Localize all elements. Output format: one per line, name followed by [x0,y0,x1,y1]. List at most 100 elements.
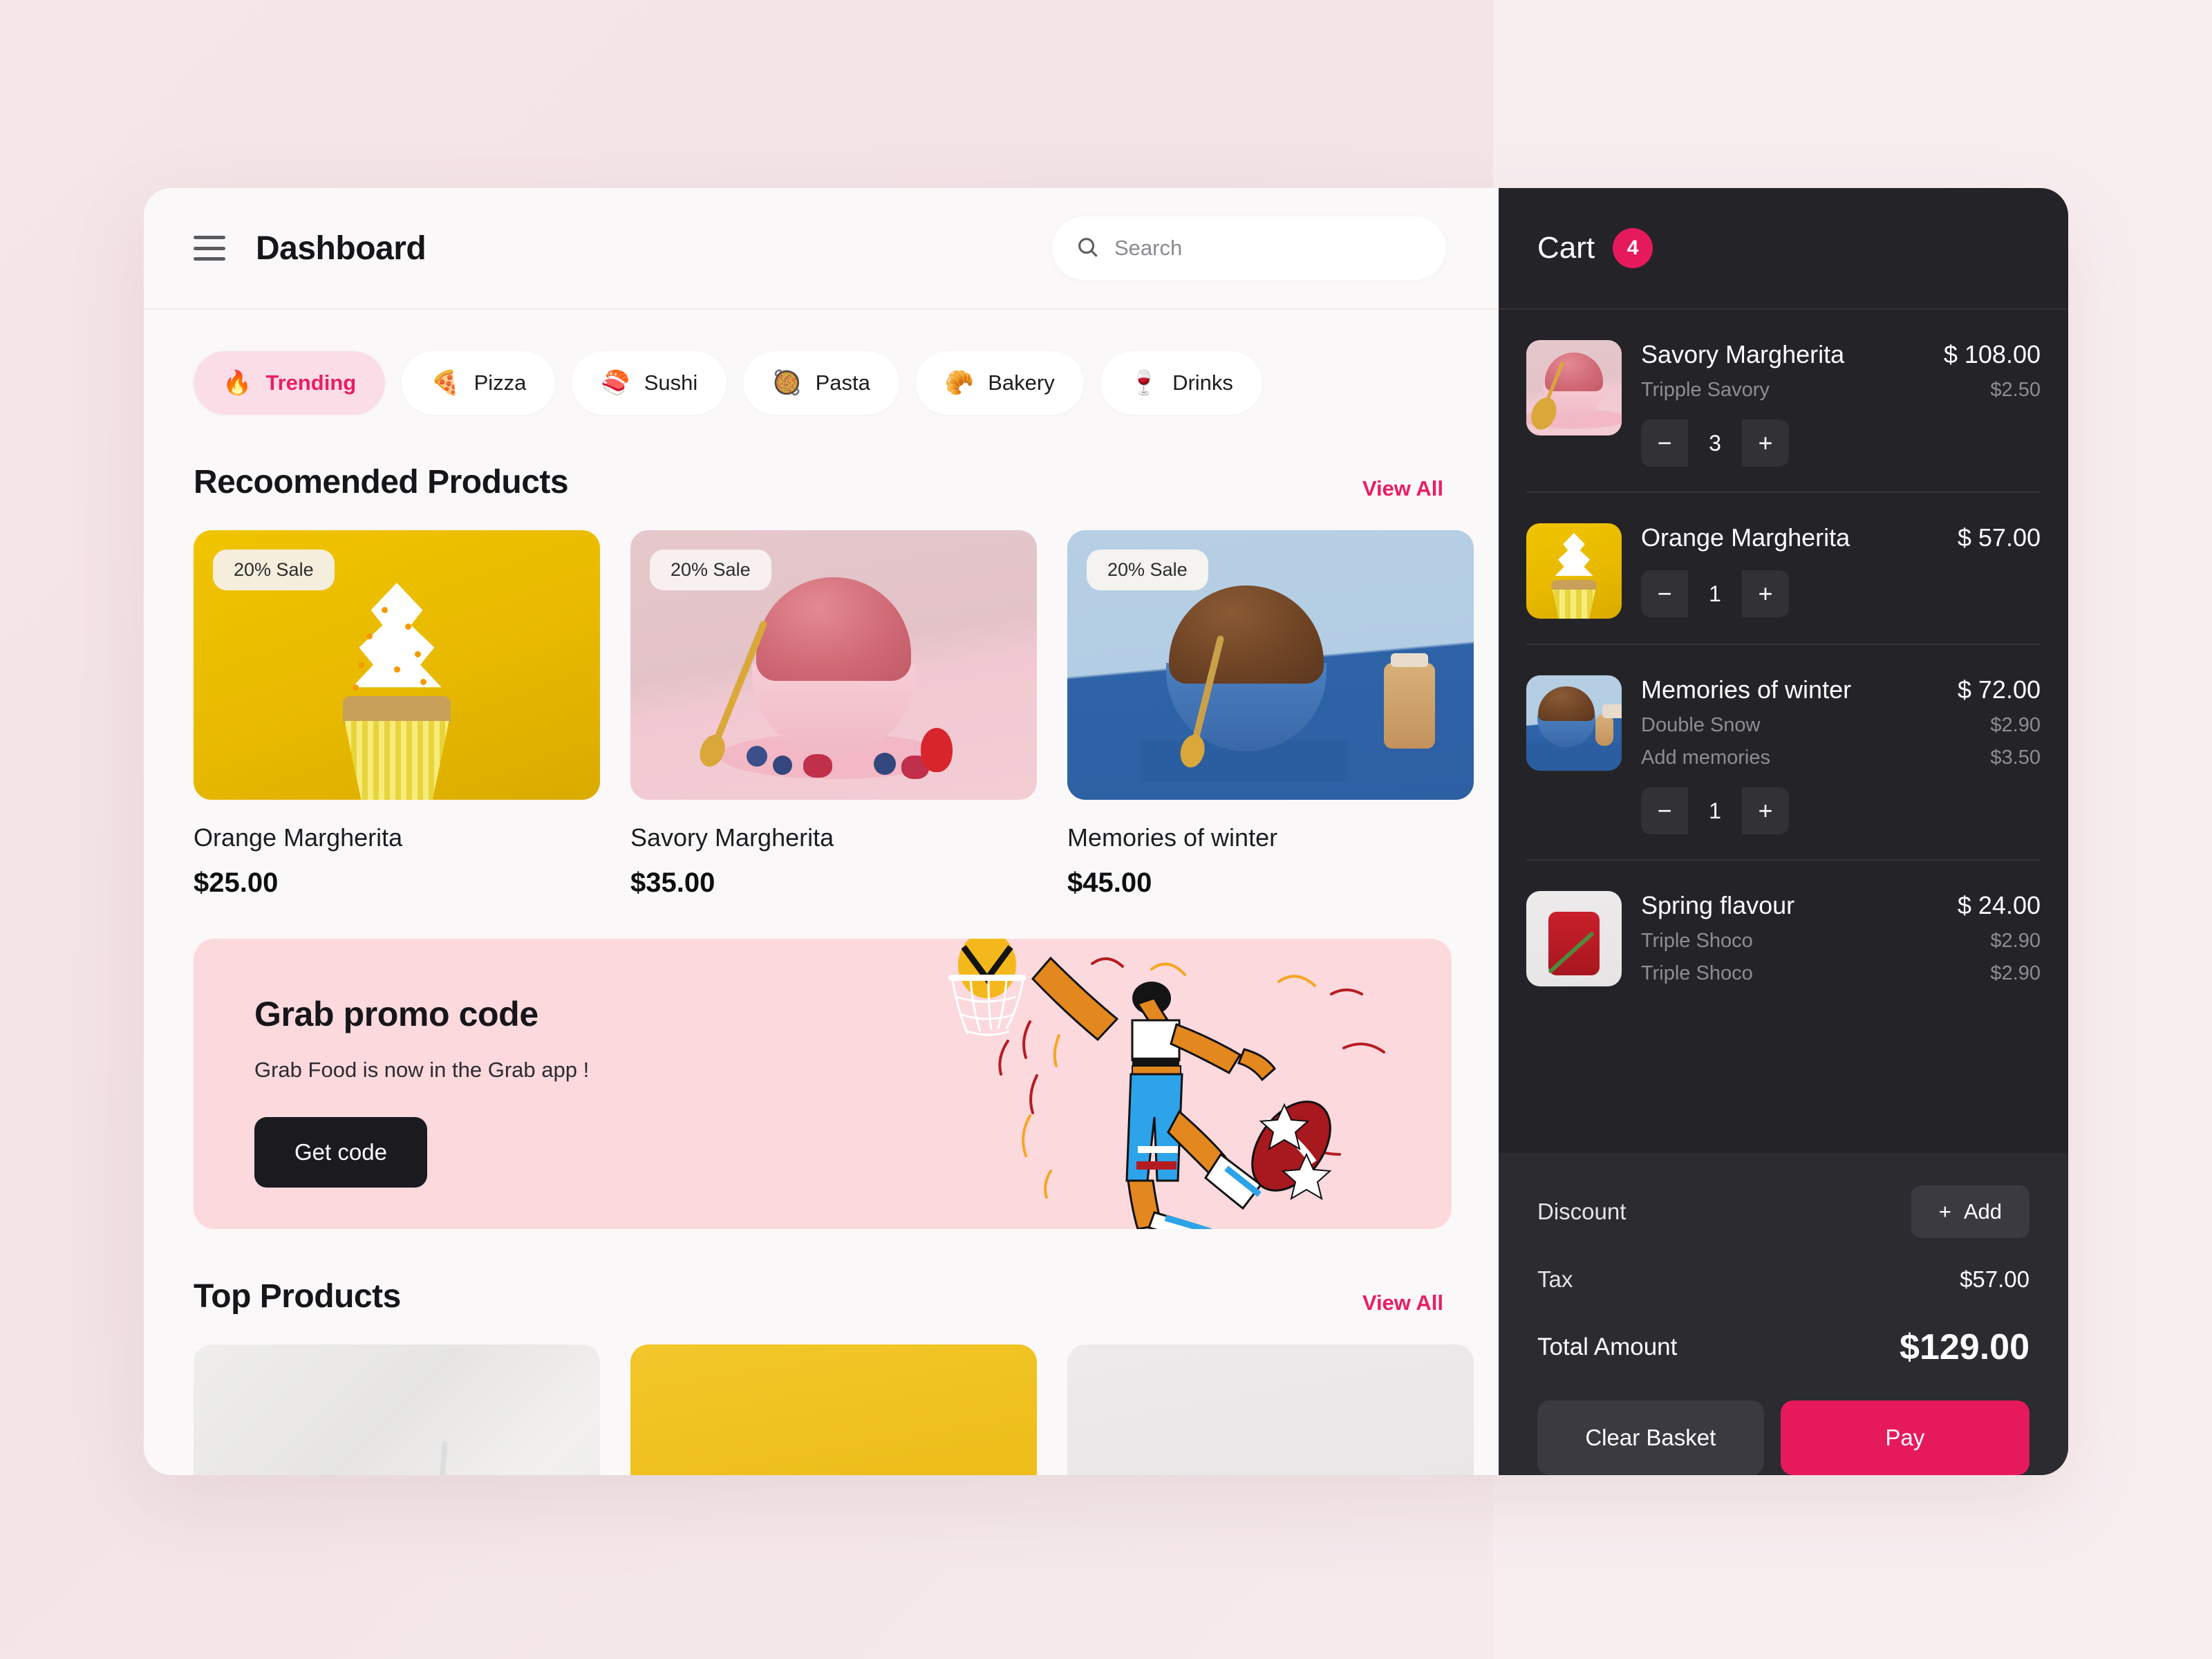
app-window: Dashboard 🔥 Trending [144,188,2068,1475]
product-image: 20% Sale [194,530,600,800]
cart-panel: Cart 4 Savory Margherita $ 108.00 Trippl… [1499,188,2068,1475]
product-price: $35.00 [630,868,715,898]
cart-item[interactable]: Savory Margherita $ 108.00 Tripple Savor… [1526,310,2041,493]
cart-item-thumbnail [1526,891,1622,986]
add-label: Add [1963,1199,2002,1224]
top-product-image [194,1344,600,1475]
total-label: Total Amount [1537,1333,1678,1360]
cart-item[interactable]: Spring flavour $ 24.00 Triple Shoco $2.9… [1526,861,2041,1011]
quantity-stepper[interactable]: − 3 + [1641,420,1789,467]
cart-item-option: Tripple Savory $2.50 [1641,379,2041,402]
total-value: $129.00 [1900,1327,2030,1367]
sushi-icon: 🍣 [601,370,630,396]
search-container [1052,216,1446,280]
strawberry-shake-image [194,1344,600,1475]
product-card[interactable]: 20% Sale Memories of winter $45.00 [1067,530,1474,899]
cart-header: Cart 4 [1499,188,2068,310]
cart-item-option: Double Snow $2.90 [1641,714,2041,737]
cart-item-price: $ 57.00 [1957,523,2041,552]
cart-item-thumbnail [1526,675,1622,771]
pay-button[interactable]: Pay [1780,1400,2030,1475]
recommended-title: Recoomended Products [194,464,569,500]
top-product-card[interactable] [630,1344,1037,1475]
category-tab-bakery[interactable]: 🥐 Bakery [915,351,1084,415]
tax-row: Tax $57.00 [1537,1246,2030,1313]
cart-item-name: Memories of winter [1641,675,1852,704]
add-discount-button[interactable]: + Add [1911,1185,2030,1238]
option-name: Double Snow [1641,714,1761,736]
decrease-quantity-button[interactable]: − [1641,420,1688,467]
quantity-value: 1 [1688,787,1742,834]
product-card[interactable]: 20% Sale Savory Margherita $35.00 [630,530,1037,899]
option-price: $2.90 [1990,962,2041,984]
product-price: $45.00 [1067,868,1152,898]
increase-quantity-button[interactable]: + [1742,420,1789,467]
cart-summary: Discount + Add Tax $57.00 Total Amount $… [1499,1153,2068,1381]
fire-icon: 🔥 [223,370,252,396]
product-name: Orange Margherita [194,823,403,852]
option-price: $3.50 [1990,747,2041,769]
wine-glass-icon: 🍷 [1129,370,1159,396]
cart-item[interactable]: Orange Margherita $ 57.00 − 1 + [1526,493,2041,645]
option-name: Triple Shoco [1641,930,1753,952]
sale-badge: 20% Sale [213,550,335,590]
cart-item-name: Savory Margherita [1641,340,1845,368]
quantity-value: 3 [1688,420,1742,467]
category-tab-sushi[interactable]: 🍣 Sushi [572,351,727,415]
total-row: Total Amount $129.00 [1537,1313,2030,1381]
promo-banner: Grab promo code Grab Food is now in the … [194,939,1452,1229]
increase-quantity-button[interactable]: + [1742,570,1789,617]
hamburger-icon[interactable] [194,236,225,261]
sale-badge: 20% Sale [1087,550,1208,590]
product-card[interactable]: 20% Sale Orange Margherita $25.00 [194,530,600,899]
increase-quantity-button[interactable]: + [1742,787,1789,834]
top-product-card[interactable] [1067,1344,1474,1475]
search-box[interactable] [1052,216,1446,280]
top-products-header: Top Products View All [144,1229,1499,1315]
discount-row: Discount + Add [1537,1178,2030,1246]
top-products-grid [144,1315,1499,1475]
category-label: Bakery [988,371,1055,395]
top-product-image [630,1344,1037,1475]
samosa-image [630,1344,1037,1475]
red-drink-image [1067,1344,1474,1475]
clear-basket-button[interactable]: Clear Basket [1537,1400,1764,1475]
product-price: $25.00 [194,868,279,898]
promo-subtitle: Grab Food is now in the Grab app ! [254,1058,590,1082]
cart-item-body: Spring flavour $ 24.00 Triple Shoco $2.9… [1641,891,2041,986]
cart-item-option: Triple Shoco $2.90 [1641,930,2041,953]
category-tab-drinks[interactable]: 🍷 Drinks [1100,351,1262,415]
cart-item-name: Spring flavour [1641,891,1795,919]
option-name: Add memories [1641,747,1770,769]
get-code-button[interactable]: Get code [254,1117,427,1188]
category-tab-trending[interactable]: 🔥 Trending [194,351,386,415]
tax-value: $57.00 [1960,1266,2030,1292]
option-name: Tripple Savory [1641,379,1770,401]
category-label: Trending [265,371,357,395]
cart-item[interactable]: Memories of winter $ 72.00 Double Snow $… [1526,645,2041,861]
tax-label: Tax [1537,1266,1573,1292]
category-tab-pasta[interactable]: 🥘 Pasta [743,351,899,415]
cart-item-option: Triple Shoco $2.90 [1641,962,2041,985]
top-products-title: Top Products [194,1278,401,1315]
top-product-card[interactable] [194,1344,600,1475]
search-input[interactable] [1114,236,1423,261]
search-icon [1076,235,1099,262]
decrease-quantity-button[interactable]: − [1641,787,1688,834]
top-products-view-all[interactable]: View All [1362,1291,1443,1315]
decrease-quantity-button[interactable]: − [1641,570,1688,617]
option-price: $2.50 [1990,379,2041,401]
cart-item-thumbnail [1526,340,1622,435]
quantity-stepper[interactable]: − 1 + [1641,570,1789,617]
recommended-view-all[interactable]: View All [1362,476,1443,501]
quantity-stepper[interactable]: − 1 + [1641,787,1789,834]
cart-item-thumbnail [1526,523,1622,619]
recommended-header: Recoomended Products View All [144,415,1499,501]
cart-item-price: $ 108.00 [1943,340,2041,368]
pizza-icon: 🍕 [431,370,460,396]
cart-item-body: Savory Margherita $ 108.00 Tripple Savor… [1641,340,2041,467]
category-tab-pizza[interactable]: 🍕 Pizza [402,351,556,415]
cart-item-option: Add memories $3.50 [1641,747,2041,769]
cart-item-body: Orange Margherita $ 57.00 − 1 + [1641,523,2041,619]
cart-actions: Clear Basket Pay [1499,1381,2068,1475]
